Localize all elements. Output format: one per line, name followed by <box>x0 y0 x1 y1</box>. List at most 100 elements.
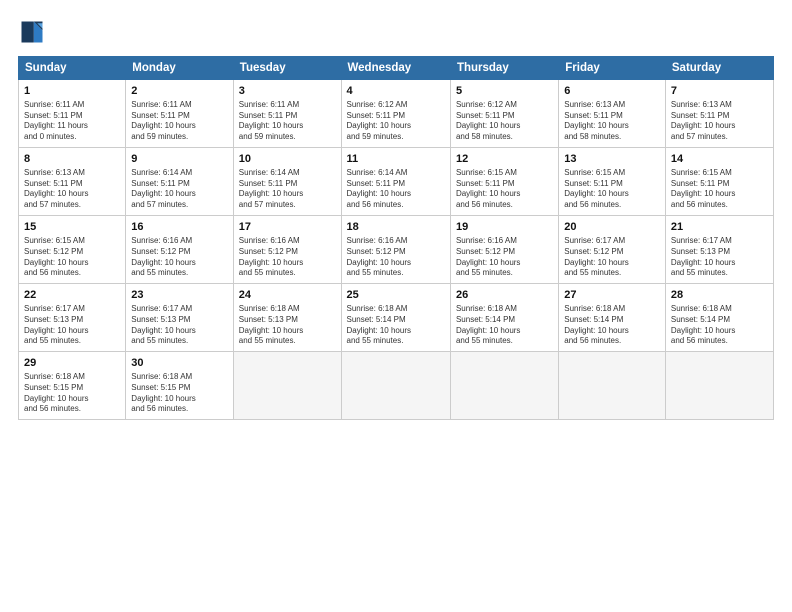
header <box>18 18 774 46</box>
day-info: Sunrise: 6:16 AM Sunset: 5:12 PM Dayligh… <box>456 236 553 279</box>
day-info: Sunrise: 6:16 AM Sunset: 5:12 PM Dayligh… <box>347 236 445 279</box>
day-number: 23 <box>131 288 227 303</box>
day-info: Sunrise: 6:13 AM Sunset: 5:11 PM Dayligh… <box>24 168 120 211</box>
day-info: Sunrise: 6:12 AM Sunset: 5:11 PM Dayligh… <box>456 100 553 143</box>
day-cell: 14Sunrise: 6:15 AM Sunset: 5:11 PM Dayli… <box>665 148 773 216</box>
day-info: Sunrise: 6:17 AM Sunset: 5:12 PM Dayligh… <box>564 236 660 279</box>
day-number: 14 <box>671 152 768 167</box>
day-number: 27 <box>564 288 660 303</box>
day-cell <box>233 352 341 420</box>
col-header-saturday: Saturday <box>665 57 773 80</box>
day-cell: 13Sunrise: 6:15 AM Sunset: 5:11 PM Dayli… <box>559 148 666 216</box>
day-info: Sunrise: 6:11 AM Sunset: 5:11 PM Dayligh… <box>131 100 227 143</box>
day-number: 29 <box>24 356 120 371</box>
day-cell <box>559 352 666 420</box>
day-cell <box>665 352 773 420</box>
day-number: 3 <box>239 84 336 99</box>
day-cell: 3Sunrise: 6:11 AM Sunset: 5:11 PM Daylig… <box>233 80 341 148</box>
day-cell: 4Sunrise: 6:12 AM Sunset: 5:11 PM Daylig… <box>341 80 450 148</box>
day-number: 4 <box>347 84 445 99</box>
day-cell: 12Sunrise: 6:15 AM Sunset: 5:11 PM Dayli… <box>450 148 558 216</box>
day-info: Sunrise: 6:14 AM Sunset: 5:11 PM Dayligh… <box>131 168 227 211</box>
col-header-monday: Monday <box>126 57 233 80</box>
logo-icon <box>18 18 46 46</box>
day-number: 7 <box>671 84 768 99</box>
day-number: 16 <box>131 220 227 235</box>
day-cell: 30Sunrise: 6:18 AM Sunset: 5:15 PM Dayli… <box>126 352 233 420</box>
day-info: Sunrise: 6:18 AM Sunset: 5:15 PM Dayligh… <box>24 372 120 415</box>
day-info: Sunrise: 6:15 AM Sunset: 5:11 PM Dayligh… <box>564 168 660 211</box>
day-info: Sunrise: 6:12 AM Sunset: 5:11 PM Dayligh… <box>347 100 445 143</box>
day-number: 13 <box>564 152 660 167</box>
day-number: 10 <box>239 152 336 167</box>
day-cell <box>450 352 558 420</box>
day-number: 19 <box>456 220 553 235</box>
day-cell: 25Sunrise: 6:18 AM Sunset: 5:14 PM Dayli… <box>341 284 450 352</box>
day-cell: 17Sunrise: 6:16 AM Sunset: 5:12 PM Dayli… <box>233 216 341 284</box>
day-cell: 2Sunrise: 6:11 AM Sunset: 5:11 PM Daylig… <box>126 80 233 148</box>
week-row-4: 22 Sunrise: 6:17 AM Sunset: 5:13 PM Dayli… <box>19 284 774 352</box>
day-info: Sunrise: 6:16 AM Sunset: 5:12 PM Dayligh… <box>239 236 336 279</box>
col-header-tuesday: Tuesday <box>233 57 341 80</box>
day-info: Sunrise: 6:18 AM Sunset: 5:13 PM Dayligh… <box>239 304 336 347</box>
day-number: 11 <box>347 152 445 167</box>
day-info: Sunrise: 6:18 AM Sunset: 5:15 PM Dayligh… <box>131 372 227 415</box>
day-number: 24 <box>239 288 336 303</box>
week-row-2: 8Sunrise: 6:13 AM Sunset: 5:11 PM Daylig… <box>19 148 774 216</box>
page: SundayMondayTuesdayWednesdayThursdayFrid… <box>0 0 792 612</box>
day-cell: 15Sunrise: 6:15 AM Sunset: 5:12 PM Dayli… <box>19 216 126 284</box>
day-info: Sunrise: 6:15 AM Sunset: 5:11 PM Dayligh… <box>671 168 768 211</box>
day-cell: 10Sunrise: 6:14 AM Sunset: 5:11 PM Dayli… <box>233 148 341 216</box>
col-header-thursday: Thursday <box>450 57 558 80</box>
day-info: Sunrise: 6:15 AM Sunset: 5:11 PM Dayligh… <box>456 168 553 211</box>
day-number: 9 <box>131 152 227 167</box>
week-row-1: 1Sunrise: 6:11 AM Sunset: 5:11 PM Daylig… <box>19 80 774 148</box>
day-info: Sunrise: 6:16 AM Sunset: 5:12 PM Dayligh… <box>131 236 227 279</box>
day-cell: 19Sunrise: 6:16 AM Sunset: 5:12 PM Dayli… <box>450 216 558 284</box>
day-number: 2 <box>131 84 227 99</box>
col-header-sunday: Sunday <box>19 57 126 80</box>
day-cell: 8Sunrise: 6:13 AM Sunset: 5:11 PM Daylig… <box>19 148 126 216</box>
day-number: 28 <box>671 288 768 303</box>
day-info: Sunrise: 6:13 AM Sunset: 5:11 PM Dayligh… <box>671 100 768 143</box>
day-info: Sunrise: 6:14 AM Sunset: 5:11 PM Dayligh… <box>347 168 445 211</box>
day-cell: 18Sunrise: 6:16 AM Sunset: 5:12 PM Dayli… <box>341 216 450 284</box>
day-number: 5 <box>456 84 553 99</box>
day-cell: 7Sunrise: 6:13 AM Sunset: 5:11 PM Daylig… <box>665 80 773 148</box>
day-number: 20 <box>564 220 660 235</box>
calendar-table: SundayMondayTuesdayWednesdayThursdayFrid… <box>18 56 774 420</box>
week-row-5: 29Sunrise: 6:18 AM Sunset: 5:15 PM Dayli… <box>19 352 774 420</box>
day-number: 18 <box>347 220 445 235</box>
day-number: 25 <box>347 288 445 303</box>
day-cell: 6Sunrise: 6:13 AM Sunset: 5:11 PM Daylig… <box>559 80 666 148</box>
day-cell: 16Sunrise: 6:16 AM Sunset: 5:12 PM Dayli… <box>126 216 233 284</box>
day-info: Sunrise: 6:13 AM Sunset: 5:11 PM Dayligh… <box>564 100 660 143</box>
day-number: 15 <box>24 220 120 235</box>
day-cell: 21Sunrise: 6:17 AM Sunset: 5:13 PM Dayli… <box>665 216 773 284</box>
day-cell: 20Sunrise: 6:17 AM Sunset: 5:12 PM Dayli… <box>559 216 666 284</box>
day-info: Sunrise: 6:18 AM Sunset: 5:14 PM Dayligh… <box>456 304 553 347</box>
day-number: 17 <box>239 220 336 235</box>
week-row-3: 15Sunrise: 6:15 AM Sunset: 5:12 PM Dayli… <box>19 216 774 284</box>
day-cell: 29Sunrise: 6:18 AM Sunset: 5:15 PM Dayli… <box>19 352 126 420</box>
day-info: Sunrise: 6:17 AM Sunset: 5:13 PM Dayligh… <box>671 236 768 279</box>
day-cell: 11Sunrise: 6:14 AM Sunset: 5:11 PM Dayli… <box>341 148 450 216</box>
day-cell: 26Sunrise: 6:18 AM Sunset: 5:14 PM Dayli… <box>450 284 558 352</box>
day-number: 6 <box>564 84 660 99</box>
day-info: Sunrise: 6:11 AM Sunset: 5:11 PM Dayligh… <box>239 100 336 143</box>
day-number: 1 <box>24 84 120 99</box>
day-cell: 28Sunrise: 6:18 AM Sunset: 5:14 PM Dayli… <box>665 284 773 352</box>
day-cell <box>341 352 450 420</box>
day-info: Sunrise: 6:17 AM Sunset: 5:13 PM Dayligh… <box>131 304 227 347</box>
day-cell: 24Sunrise: 6:18 AM Sunset: 5:13 PM Dayli… <box>233 284 341 352</box>
day-info: Sunrise: 6:15 AM Sunset: 5:12 PM Dayligh… <box>24 236 120 279</box>
day-number: 8 <box>24 152 120 167</box>
logo <box>18 18 50 46</box>
day-cell: 9Sunrise: 6:14 AM Sunset: 5:11 PM Daylig… <box>126 148 233 216</box>
day-number: 22 <box>24 288 120 303</box>
day-cell: 1Sunrise: 6:11 AM Sunset: 5:11 PM Daylig… <box>19 80 126 148</box>
day-info: Sunrise: 6:18 AM Sunset: 5:14 PM Dayligh… <box>671 304 768 347</box>
day-info: Sunrise: 6:14 AM Sunset: 5:11 PM Dayligh… <box>239 168 336 211</box>
day-info: Sunrise: 6:11 AM Sunset: 5:11 PM Dayligh… <box>24 100 120 143</box>
col-header-wednesday: Wednesday <box>341 57 450 80</box>
